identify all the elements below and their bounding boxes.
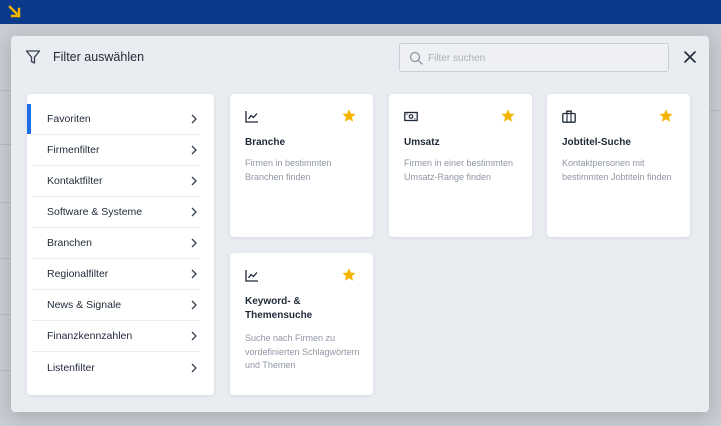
money-icon: [404, 111, 418, 122]
search-input[interactable]: [428, 48, 658, 68]
sidebar-item-label: Kontaktfilter: [47, 175, 103, 187]
card-title: Keyword- & Themensuche: [245, 296, 313, 321]
star-icon[interactable]: [658, 108, 674, 124]
sidebar-item-firmenfilter[interactable]: Firmenfilter: [31, 135, 200, 166]
filter-card-keyword-themensuche[interactable]: Keyword- & Themensuche Suche nach Firmen…: [230, 253, 373, 395]
filter-card-branche[interactable]: Branche Firmen in bestimmten Branchen fi…: [230, 94, 373, 237]
star-icon[interactable]: [500, 108, 516, 124]
category-sidebar: Favoriten Firmenfilter Kontaktfilter Sof…: [27, 94, 214, 395]
chevron-right-icon: [191, 300, 197, 310]
sidebar-item-listenfilter[interactable]: Listenfilter: [31, 352, 200, 383]
filter-card-umsatz[interactable]: Umsatz Firmen in einer bestimmten Umsatz…: [389, 94, 532, 237]
modal-header: Filter auswählen: [11, 36, 709, 80]
sidebar-item-label: Firmenfilter: [47, 144, 100, 156]
card-description: Firmen in bestimmten Branchen finden: [245, 158, 332, 182]
app-topbar: [0, 0, 721, 24]
sidebar-item-software-systeme[interactable]: Software & Systeme: [31, 197, 200, 228]
chevron-right-icon: [191, 176, 197, 186]
star-icon[interactable]: [341, 108, 357, 124]
sidebar-item-label: News & Signale: [47, 299, 122, 311]
background-divider: [710, 110, 721, 111]
chevron-right-icon: [191, 145, 197, 155]
sidebar-item-finanzkennzahlen[interactable]: Finanzkennzahlen: [31, 321, 200, 352]
chevron-right-icon: [191, 207, 197, 217]
search-icon: [409, 51, 423, 65]
sidebar-item-label: Branchen: [47, 237, 92, 249]
sidebar-item-label: Software & Systeme: [47, 206, 143, 218]
sidebar-item-favoriten[interactable]: Favoriten: [27, 104, 200, 135]
filter-modal: Filter auswählen Favoriten Firmenfilter …: [11, 36, 709, 412]
modal-title: Filter auswählen: [53, 50, 145, 64]
star-icon[interactable]: [341, 267, 357, 283]
card-title: Jobtitel-Suche: [562, 137, 631, 148]
card-description: Suche nach Firmen zu vordefinierten Schl…: [245, 333, 360, 370]
chevron-right-icon: [191, 238, 197, 248]
card-description: Kontaktpersonen mit bestimmten Jobtiteln…: [562, 158, 672, 182]
app-logo-icon[interactable]: [8, 5, 22, 19]
filter-icon: [25, 50, 41, 64]
sidebar-item-label: Listenfilter: [47, 361, 95, 374]
close-icon[interactable]: [681, 48, 699, 66]
sidebar-item-branchen[interactable]: Branchen: [31, 228, 200, 259]
sidebar-item-label: Regionalfilter: [47, 268, 109, 280]
filter-card-jobtitel-suche[interactable]: Jobtitel-Suche Kontaktpersonen mit besti…: [547, 94, 690, 237]
card-description: Firmen in einer bestimmten Umsatz-Range …: [404, 158, 514, 182]
chevron-right-icon: [191, 114, 197, 124]
sidebar-item-label: Favoriten: [47, 113, 91, 125]
chevron-right-icon: [191, 331, 197, 341]
search-box[interactable]: [399, 43, 669, 72]
chart-icon: [245, 270, 258, 282]
chevron-right-icon: [191, 269, 197, 279]
chevron-right-icon: [191, 363, 197, 372]
briefcase-icon: [562, 110, 576, 123]
chart-icon: [245, 111, 258, 123]
card-title: Umsatz: [404, 137, 440, 148]
card-title: Branche: [245, 137, 286, 148]
sidebar-item-news-signale[interactable]: News & Signale: [31, 290, 200, 321]
sidebar-item-kontaktfilter[interactable]: Kontaktfilter: [31, 166, 200, 197]
sidebar-item-regionalfilter[interactable]: Regionalfilter: [31, 259, 200, 290]
sidebar-item-label: Finanzkennzahlen: [47, 330, 133, 342]
